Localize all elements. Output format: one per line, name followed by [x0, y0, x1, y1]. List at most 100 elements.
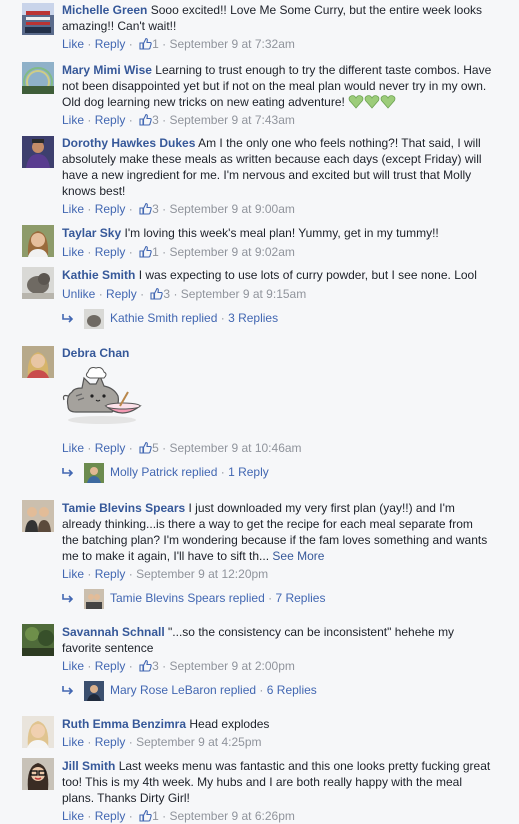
commenter-name[interactable]: Jill Smith — [62, 759, 115, 773]
like-button[interactable]: Like — [62, 735, 84, 749]
avatar[interactable] — [22, 3, 54, 35]
timestamp[interactable]: September 9 at 10:46am — [169, 441, 301, 455]
reply-button[interactable]: Reply — [106, 287, 137, 301]
thumbs-up-icon[interactable] — [139, 37, 152, 54]
pusheen-cat-stirring-bowl-sticker — [62, 366, 144, 428]
like-count[interactable]: 1 — [152, 809, 159, 823]
comment-actions: Like · Reply · 5 · September 9 at 10:46a… — [62, 440, 302, 458]
like-count[interactable]: 1 — [152, 245, 159, 259]
reply-button[interactable]: Reply — [95, 809, 126, 823]
view-replies-link[interactable]: Tamie Blevins Spears replied · 7 Replies — [62, 588, 325, 610]
comment-text: I'm loving this week's meal plan! Yummy,… — [124, 226, 439, 240]
like-count[interactable]: 1 — [152, 37, 159, 51]
comment-actions: Like · Reply · September 9 at 4:25pm — [62, 735, 262, 749]
thumbs-up-icon[interactable] — [139, 113, 152, 130]
commenter-name[interactable]: Ruth Emma Benzimra — [62, 717, 186, 731]
like-count[interactable]: 3 — [152, 659, 159, 673]
like-button[interactable]: Like — [62, 441, 84, 455]
replier-avatar[interactable] — [84, 308, 104, 329]
thumbs-up-icon[interactable] — [139, 441, 152, 458]
like-button[interactable]: Like — [62, 567, 84, 581]
reply-button[interactable]: Reply — [95, 441, 126, 455]
comment-text: I was expecting to use lots of curry pow… — [138, 268, 477, 282]
replies-count[interactable]: 7 Replies — [275, 591, 325, 605]
reply-button[interactable]: Reply — [95, 735, 126, 749]
commenter-name[interactable]: Savannah Schnall — [62, 625, 165, 639]
like-button[interactable]: Like — [62, 245, 84, 259]
like-button[interactable]: Like — [62, 37, 84, 51]
commenter-name[interactable]: Debra Chan — [62, 346, 129, 360]
replier-avatar[interactable] — [84, 680, 104, 701]
avatar[interactable] — [22, 136, 54, 168]
comment: Debra Chan Like · Reply · 5 · September … — [0, 344, 519, 484]
replier-name[interactable]: Tamie Blevins Spears replied — [110, 591, 265, 605]
replier-avatar[interactable] — [84, 588, 104, 609]
view-replies-link[interactable]: Mary Rose LeBaron replied · 6 Replies — [62, 680, 317, 702]
avatar[interactable] — [22, 62, 54, 94]
comment-text: Head explodes — [189, 717, 270, 731]
comment: Tamie Blevins Spears I just downloaded m… — [0, 500, 519, 612]
timestamp[interactable]: September 9 at 6:26pm — [169, 809, 294, 823]
avatar[interactable] — [22, 500, 54, 532]
avatar[interactable] — [22, 716, 54, 748]
commenter-name[interactable]: Taylar Sky — [62, 226, 121, 240]
replier-name[interactable]: Mary Rose LeBaron replied — [110, 683, 256, 697]
unlike-button[interactable]: Unlike — [62, 287, 95, 301]
replier-name[interactable]: Molly Patrick replied — [110, 465, 217, 479]
reply-button[interactable]: Reply — [95, 659, 126, 673]
thumbs-up-icon[interactable] — [150, 287, 164, 304]
see-more-link[interactable]: See More — [272, 549, 324, 563]
replies-count[interactable]: 3 Replies — [228, 311, 278, 325]
replier-name[interactable]: Kathie Smith replied — [110, 311, 217, 325]
commenter-name[interactable]: Michelle Green — [62, 3, 147, 17]
comment-actions: Like · Reply · 3 · September 9 at 2:00pm — [62, 658, 295, 676]
comment-text: Last weeks menu was fantastic and this o… — [62, 759, 491, 805]
avatar[interactable] — [22, 346, 54, 378]
comment: Savannah Schnall "...so the consistency … — [0, 624, 519, 704]
reply-button[interactable]: Reply — [95, 202, 126, 216]
avatar[interactable] — [22, 624, 54, 656]
reply-button[interactable]: Reply — [95, 245, 126, 259]
timestamp[interactable]: September 9 at 9:00am — [169, 202, 294, 216]
view-replies-link[interactable]: Kathie Smith replied · 3 Replies — [62, 308, 278, 330]
comment-actions: Unlike · Reply · 3 · September 9 at 9:15… — [62, 286, 306, 304]
timestamp[interactable]: September 9 at 9:02am — [169, 245, 294, 259]
timestamp[interactable]: September 9 at 4:25pm — [136, 735, 261, 749]
comment-actions: Like · Reply · 1 · September 9 at 7:32am — [62, 36, 295, 54]
comment-actions: Like · Reply · 3 · September 9 at 7:43am — [62, 112, 295, 130]
commenter-name[interactable]: Mary Mimi Wise — [62, 63, 152, 77]
like-count[interactable]: 5 — [152, 441, 159, 455]
thumbs-up-icon[interactable] — [139, 659, 152, 676]
reply-arrow-icon — [62, 309, 76, 329]
thumbs-up-icon[interactable] — [139, 202, 152, 219]
timestamp[interactable]: September 9 at 2:00pm — [169, 659, 294, 673]
reply-button[interactable]: Reply — [95, 113, 126, 127]
like-button[interactable]: Like — [62, 202, 84, 216]
timestamp[interactable]: September 9 at 12:20pm — [136, 567, 268, 581]
like-count[interactable]: 3 — [152, 202, 159, 216]
replies-count[interactable]: 6 Replies — [267, 683, 317, 697]
timestamp[interactable]: September 9 at 9:15am — [181, 287, 306, 301]
reply-button[interactable]: Reply — [95, 37, 126, 51]
like-button[interactable]: Like — [62, 809, 84, 823]
timestamp[interactable]: September 9 at 7:43am — [169, 113, 294, 127]
reply-arrow-icon — [62, 681, 76, 701]
like-count[interactable]: 3 — [152, 113, 159, 127]
commenter-name[interactable]: Dorothy Hawkes Dukes — [62, 136, 195, 150]
reply-button[interactable]: Reply — [95, 567, 126, 581]
replier-avatar[interactable] — [84, 462, 104, 483]
replies-count[interactable]: 1 Reply — [228, 465, 269, 479]
comment: Michelle Green Sooo excited!! Love Me So… — [0, 0, 519, 60]
avatar[interactable] — [22, 267, 54, 299]
like-count[interactable]: 3 — [163, 287, 170, 301]
commenter-name[interactable]: Kathie Smith — [62, 268, 135, 282]
avatar[interactable] — [22, 758, 54, 790]
like-button[interactable]: Like — [62, 659, 84, 673]
commenter-name[interactable]: Tamie Blevins Spears — [62, 501, 185, 515]
avatar[interactable] — [22, 225, 54, 257]
timestamp[interactable]: September 9 at 7:32am — [169, 37, 294, 51]
thumbs-up-icon[interactable] — [139, 809, 152, 824]
thumbs-up-icon[interactable] — [139, 245, 152, 262]
view-replies-link[interactable]: Molly Patrick replied · 1 Reply — [62, 462, 269, 484]
like-button[interactable]: Like — [62, 113, 84, 127]
